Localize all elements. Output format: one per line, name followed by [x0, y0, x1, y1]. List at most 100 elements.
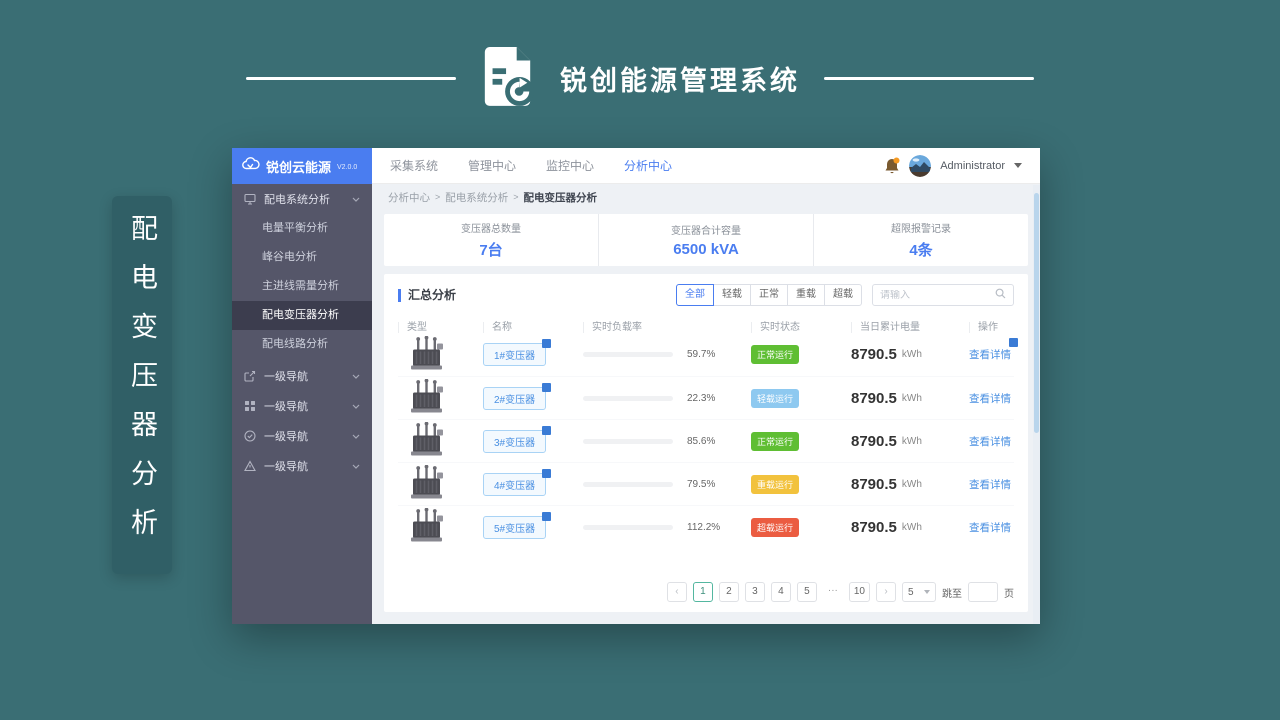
pagination-page-button[interactable]: 2	[718, 582, 739, 602]
view-details-link[interactable]: 查看详情	[969, 434, 1011, 449]
breadcrumb-item[interactable]: 分析中心	[388, 190, 430, 205]
sidebar-submenu-item[interactable]: 电量平衡分析	[232, 214, 372, 243]
sidebar-item-nav-2[interactable]: 一级导航	[232, 391, 372, 421]
pagination-next-button[interactable]: ›	[876, 582, 896, 602]
chevron-down-icon	[352, 460, 360, 472]
transformer-image	[398, 422, 483, 460]
jump-to-page-input[interactable]	[968, 582, 998, 602]
sidebar-item-nav-1[interactable]: 一级导航	[232, 361, 372, 391]
load-percentage: 79.5%	[687, 478, 716, 490]
pagination-page-button[interactable]: 4	[770, 582, 791, 602]
avatar[interactable]	[909, 154, 932, 177]
pagination-page-button[interactable]: 1	[692, 582, 713, 602]
status-badge: 正常运行	[751, 431, 800, 451]
page-size-value: 5	[908, 586, 914, 598]
filter-button[interactable]: 轻载	[713, 284, 751, 306]
load-percentage: 22.3%	[687, 392, 716, 404]
energy-value: 8790.5	[851, 346, 897, 363]
corner-badge	[542, 425, 552, 435]
chevron-down-icon	[352, 370, 360, 382]
breadcrumb-item[interactable]: 配电系统分析	[445, 190, 508, 205]
pagination-page-button[interactable]: 3	[744, 582, 765, 602]
transformer-name-button[interactable]: 3#变压器	[483, 425, 552, 453]
search-icon[interactable]	[995, 286, 1006, 304]
jump-page-suffix: 页	[1004, 588, 1014, 600]
topnav-item-management[interactable]: 管理中心	[468, 157, 516, 174]
topnav-item-collection[interactable]: 采集系统	[390, 157, 438, 174]
sidebar-submenu-item-label: 配电变压器分析	[262, 309, 339, 321]
sidebar-submenu-item[interactable]: 配电线路分析	[232, 330, 372, 359]
load-progress-bar	[583, 481, 673, 487]
panel-tools: 全部 轻载 正常 重载 超载	[676, 284, 1014, 306]
table-row: 1#变压器 59.7% 正常运行 8790.5 kWh 查看详情	[398, 333, 1018, 376]
pagination-page-button[interactable]: 5	[796, 582, 817, 602]
transformer-image	[398, 335, 483, 374]
filter-button[interactable]: 正常	[750, 284, 788, 306]
sidebar-item-label: 一级导航	[264, 371, 308, 383]
transformer-name-label: 3#变压器	[494, 437, 536, 449]
search-input[interactable]	[880, 289, 995, 301]
chevron-down-icon	[352, 193, 360, 205]
transformer-name-button[interactable]: 1#变压器	[483, 339, 552, 366]
user-name[interactable]: Administrator	[940, 160, 1005, 172]
view-details-label: 查看详情	[969, 435, 1011, 448]
bell-icon[interactable]	[884, 157, 900, 175]
view-details-label: 查看详情	[969, 392, 1011, 405]
scrollbar-thumb[interactable]	[1034, 193, 1039, 433]
table-header: 类型 名称 实时负载率 实时状态 当日累计电量 操作	[398, 322, 1014, 333]
search-box	[872, 284, 1014, 306]
page-size-select[interactable]: 5	[902, 582, 936, 602]
sidebar-submenu-item[interactable]: 主进线需量分析	[232, 272, 372, 301]
energy-unit: kWh	[901, 435, 922, 447]
filter-button[interactable]: 重载	[787, 284, 825, 306]
pagination-prev-button[interactable]: ‹	[666, 582, 687, 602]
scrollbar-track[interactable]	[1033, 185, 1040, 624]
sidebar-group-distribution-analysis[interactable]: 配电系统分析	[232, 184, 372, 214]
page-title: 锐创能源管理系统	[560, 65, 800, 96]
sidebar-submenu-item-label: 峰谷电分析	[262, 251, 317, 263]
warning-triangle-icon	[244, 460, 256, 472]
stats-card: 变压器总数量 7台 变压器合计容量 6500 kVA 超限报警记录 4条	[384, 214, 1028, 266]
check-circle-icon	[244, 430, 256, 442]
sidebar-item-nav-3[interactable]: 一级导航	[232, 421, 372, 451]
view-details-link[interactable]: 查看详情	[969, 391, 1011, 406]
load-progress-bar	[583, 395, 673, 401]
filter-button[interactable]: 全部	[676, 284, 714, 306]
caret-down-icon[interactable]	[1014, 163, 1022, 168]
view-details-link[interactable]: 查看详情	[969, 477, 1011, 492]
filter-group: 全部 轻载 正常 重载 超载	[676, 284, 862, 306]
pagination-page-button[interactable]: 10	[848, 582, 870, 602]
transformer-name-button[interactable]: 2#变压器	[483, 382, 552, 410]
sidebar-item-nav-4[interactable]: 一级导航	[232, 451, 372, 481]
chevron-down-icon	[924, 590, 930, 594]
transformer-name-label: 1#变压器	[494, 351, 536, 362]
energy-value: 8790.5	[851, 432, 897, 450]
jump-to-label: 跳至	[942, 588, 962, 600]
filter-button[interactable]: 超载	[824, 284, 862, 306]
pagination-page-button[interactable]: ···	[823, 582, 843, 602]
sidebar-submenu-item[interactable]: 配电变压器分析	[232, 301, 372, 330]
transformer-name-button[interactable]: 5#变压器	[483, 511, 552, 539]
topnav-item-monitoring[interactable]: 监控中心	[546, 157, 594, 174]
transformer-name-label: 2#变压器	[494, 394, 536, 406]
app-logo[interactable]: 锐创云能源 V2.0.0	[232, 148, 372, 184]
transformer-name-button[interactable]: 4#变压器	[483, 468, 552, 496]
stat-value: 6500 kVA	[673, 241, 739, 258]
table-body: 1#变压器 59.7% 正常运行 8790.5 kWh 查看详情 2#变压器 2…	[398, 333, 1018, 548]
load-percentage: 59.7%	[687, 349, 716, 360]
column-header-status: 实时状态	[751, 322, 851, 333]
sidebar-submenu-item-label: 电量平衡分析	[262, 222, 328, 234]
view-details-link[interactable]: 查看详情	[969, 520, 1011, 535]
view-details-link[interactable]: 查看详情	[969, 338, 1018, 362]
energy-unit: kWh	[901, 349, 922, 360]
stat-alarm-records: 超限报警记录 4条	[813, 214, 1028, 266]
cloud-icon	[242, 157, 260, 175]
transformer-image	[398, 379, 483, 417]
table-row: 3#变压器 85.6% 正常运行 8790.5 kWh 查看详情	[398, 419, 1014, 462]
load-progress-bar	[583, 438, 673, 444]
topnav-right: Administrator	[884, 154, 1022, 177]
topnav-item-analysis[interactable]: 分析中心	[624, 157, 672, 174]
column-header-load: 实时负载率	[583, 322, 751, 333]
sidebar-submenu-item[interactable]: 峰谷电分析	[232, 243, 372, 272]
grid-icon	[244, 400, 256, 412]
